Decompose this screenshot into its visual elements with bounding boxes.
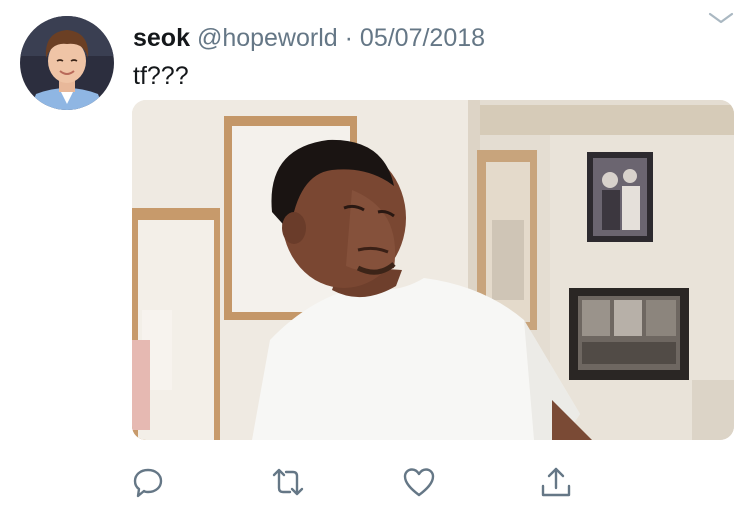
tweet-media-image[interactable] [132, 100, 734, 440]
author-avatar[interactable] [20, 16, 114, 110]
author-name[interactable]: seok [133, 24, 190, 52]
reply-icon[interactable] [130, 464, 166, 500]
tweet-header: seok @hopeworld · 05/07/2018 [133, 22, 485, 54]
tweet-text: tf??? [133, 62, 189, 90]
chevron-down-icon[interactable] [708, 10, 734, 26]
retweet-icon[interactable] [270, 464, 306, 500]
heart-icon[interactable] [401, 464, 437, 500]
share-icon[interactable] [538, 464, 574, 500]
author-handle[interactable]: @hopeworld [197, 24, 338, 52]
tweet-action-bar [0, 460, 750, 510]
tweet-date[interactable]: 05/07/2018 [360, 24, 485, 52]
separator-dot: · [344, 24, 353, 52]
